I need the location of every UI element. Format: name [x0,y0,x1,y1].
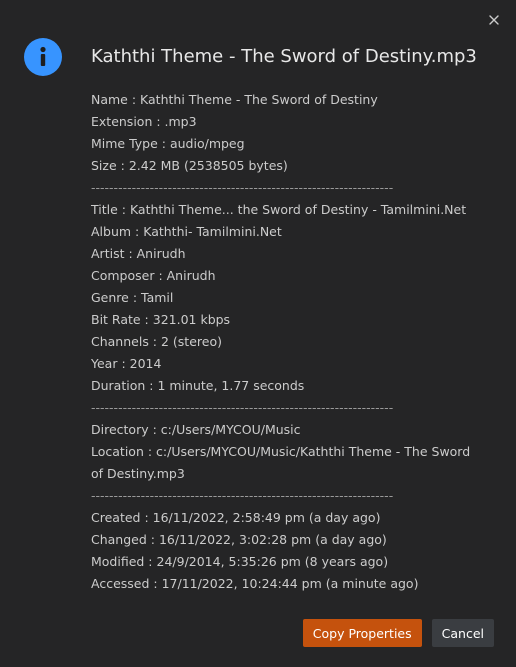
detail-location: Location : c:/Users/MYCOU/Music/Kaththi … [91,444,471,481]
detail-modified: Modified : 24/9/2014, 5:35:26 pm (8 year… [91,554,389,569]
separator: ----------------------------------------… [91,400,394,415]
detail-changed: Changed : 16/11/2022, 3:02:28 pm (a day … [91,532,387,547]
close-icon[interactable] [489,15,499,25]
detail-bit-rate: Bit Rate : 321.01 kbps [91,312,231,327]
detail-duration: Duration : 1 minute, 1.77 seconds [91,378,305,393]
detail-size: Size : 2.42 MB (2538505 bytes) [91,158,288,173]
copy-properties-button[interactable]: Copy Properties [302,619,422,647]
file-details: Name : Kaththi Theme - The Sword of Dest… [91,89,481,595]
detail-directory: Directory : c:/Users/MYCOU/Music [91,422,301,437]
detail-composer: Composer : Anirudh [91,268,216,283]
detail-accessed: Accessed : 17/11/2022, 10:24:44 pm (a mi… [91,576,419,591]
detail-album: Album : Kaththi- Tamilmini.Net [91,224,282,239]
detail-extension: Extension : .mp3 [91,114,197,129]
dialog-buttons: Copy Properties Cancel [302,619,494,647]
cancel-button[interactable]: Cancel [431,619,494,647]
properties-dialog: Kaththi Theme - The Sword of Destiny.mp3… [0,0,516,667]
close-button[interactable] [484,10,504,30]
detail-title: Title : Kaththi Theme... the Sword of De… [91,202,467,217]
info-icon [24,38,62,76]
separator: ----------------------------------------… [91,180,394,195]
detail-channels: Channels : 2 (stereo) [91,334,222,349]
detail-mime-type: Mime Type : audio/mpeg [91,136,245,151]
detail-year: Year : 2014 [91,356,162,371]
detail-created: Created : 16/11/2022, 2:58:49 pm (a day … [91,510,381,525]
detail-name: Name : Kaththi Theme - The Sword of Dest… [91,92,378,107]
dialog-title: Kaththi Theme - The Sword of Destiny.mp3 [91,46,477,67]
detail-genre: Genre : Tamil [91,290,174,305]
detail-artist: Artist : Anirudh [91,246,186,261]
separator: ----------------------------------------… [91,488,394,503]
